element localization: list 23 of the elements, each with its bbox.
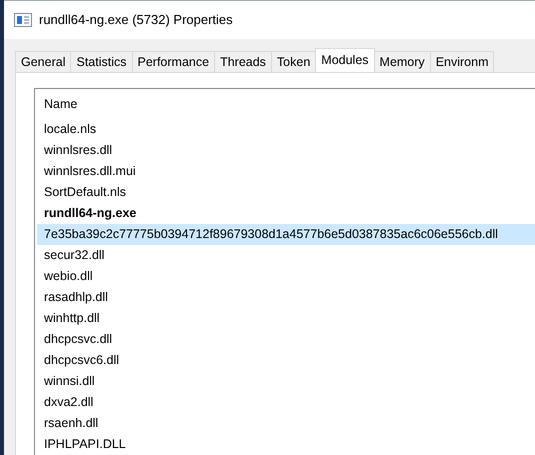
tab[interactable]: General [15, 51, 72, 72]
module-row[interactable]: winnlsres.dll [37, 140, 535, 161]
module-row[interactable]: rasadhlp.dll [37, 287, 535, 308]
module-row[interactable]: winnsi.dll [37, 371, 535, 392]
module-row[interactable]: dhcpcsvc6.dll [37, 350, 535, 371]
column-header[interactable]: Name [44, 97, 78, 111]
module-row[interactable]: winhttp.dll [37, 308, 535, 329]
module-row[interactable]: webio.dll [37, 266, 535, 287]
window-title: rundll64-ng.exe (5732) Properties [39, 11, 233, 30]
module-row[interactable]: IPHLPAPI.DLL [37, 434, 535, 455]
module-row[interactable]: SortDefault.nls [37, 182, 535, 203]
module-row[interactable]: 7e35ba39c2c77775b0394712f89679308d1a4577b6e5d0387835ac6c06e556cb.dll [37, 224, 535, 245]
module-row[interactable]: dhcpcsvc.dll [37, 329, 535, 350]
tab[interactable]: Memory [374, 51, 431, 72]
module-row[interactable]: winnlsres.dll.mui [37, 161, 535, 182]
tab[interactable]: Environm [430, 51, 494, 72]
module-row[interactable]: locale.nls [37, 119, 535, 140]
module-row[interactable]: rundll64-ng.exe [37, 203, 535, 224]
tab[interactable]: Modules [315, 48, 375, 72]
module-row[interactable]: secur32.dll [37, 245, 535, 266]
module-row[interactable]: rsaenh.dll [37, 413, 535, 434]
window-icon [14, 13, 32, 27]
module-row[interactable]: dxva2.dll [37, 392, 535, 413]
